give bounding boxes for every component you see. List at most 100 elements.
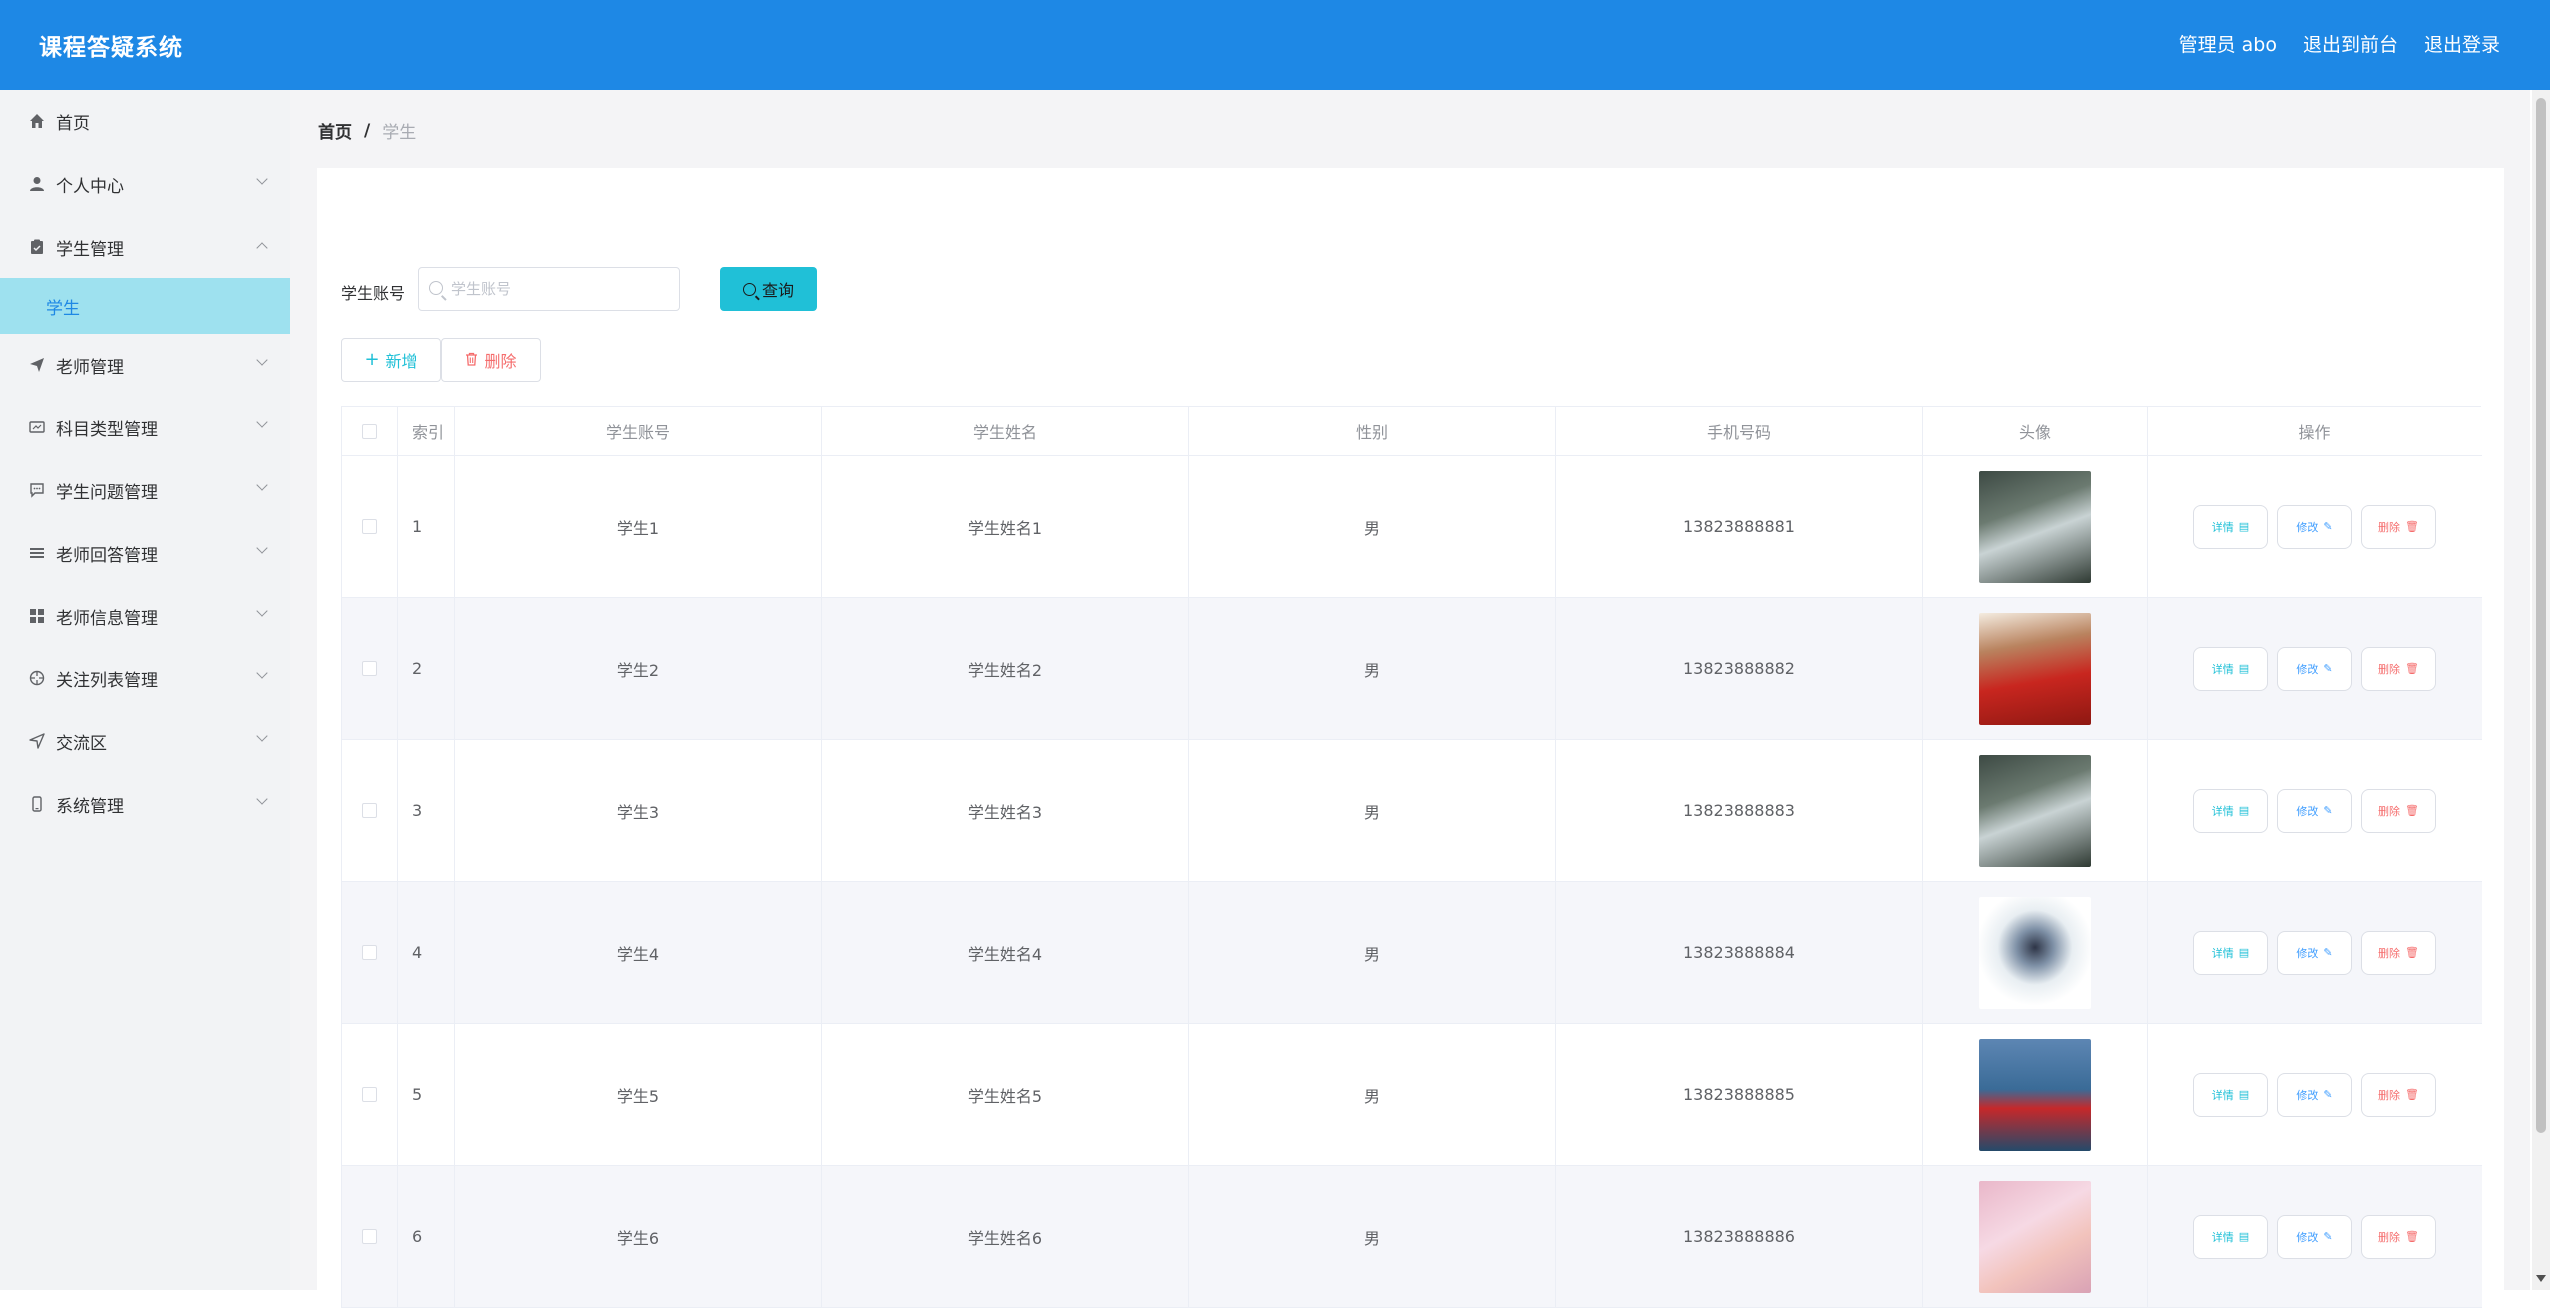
logout-link[interactable]: 退出登录: [2424, 30, 2500, 57]
select-all-checkbox[interactable]: [362, 423, 377, 439]
sidebar-item-system-management[interactable]: 系统管理: [0, 773, 290, 835]
breadcrumb-current: 学生: [382, 123, 417, 143]
cell-name: 学生姓名1: [822, 456, 1189, 597]
row-actions: 详情 ▤ 修改 ✎ 删除 🗑: [2193, 930, 2436, 975]
breadcrumb-home[interactable]: 首页: [318, 118, 352, 143]
row-select-cell: [342, 1166, 398, 1307]
delete-row-button[interactable]: 删除 🗑: [2361, 504, 2436, 549]
cell-account: 学生4: [455, 882, 822, 1023]
sidebar-item-teacher-answer-management[interactable]: 老师回答管理: [0, 522, 290, 584]
column-header-phone: 手机号码: [1556, 407, 1923, 455]
detail-button[interactable]: 详情 ▤: [2193, 788, 2268, 833]
edit-button[interactable]: 修改 ✎: [2277, 646, 2352, 691]
delete-button-label: 删除: [484, 352, 517, 371]
row-checkbox[interactable]: [362, 1087, 377, 1102]
delete-row-button[interactable]: 删除 🗑: [2361, 1214, 2436, 1259]
column-header-index: 索引: [398, 407, 455, 455]
row-checkbox[interactable]: [362, 1229, 377, 1244]
page-scrollbar[interactable]: [2532, 90, 2550, 1290]
avatar[interactable]: [1979, 754, 2091, 867]
edit-icon: ✎: [2323, 804, 2333, 817]
cell-name: 学生姓名3: [822, 740, 1189, 881]
breadcrumb: 首页 / 学生: [318, 118, 417, 144]
detail-button[interactable]: 详情 ▤: [2193, 930, 2268, 975]
clipboard-icon: [28, 238, 46, 256]
scroll-down-arrow-icon[interactable]: [2536, 1275, 2546, 1282]
avatar[interactable]: [1979, 470, 2091, 583]
avatar[interactable]: [1979, 612, 2091, 725]
row-checkbox[interactable]: [362, 945, 377, 960]
document-icon: ▤: [2238, 804, 2250, 817]
table-body: 1 学生1 学生姓名1 男 13823888881 详情 ▤ 修改 ✎ 删除 🗑 2 学生2 学生姓名2 男…: [342, 456, 2482, 1308]
student-account-search-input[interactable]: [451, 278, 671, 300]
edit-button[interactable]: 修改 ✎: [2277, 1214, 2352, 1259]
sidebar-item-student-question-management[interactable]: 学生问题管理: [0, 459, 290, 521]
cell-index: 6: [398, 1166, 455, 1307]
cell-avatar: [1923, 882, 2148, 1023]
sidebar-item-exchange-area[interactable]: 交流区: [0, 710, 290, 772]
admin-user-link[interactable]: 管理员 abo: [2179, 30, 2277, 57]
add-button[interactable]: + 新增: [341, 338, 441, 382]
header-select-all-cell: [342, 407, 398, 455]
query-button-label: 查询: [761, 281, 794, 300]
row-select-cell: [342, 740, 398, 881]
cell-actions: 详情 ▤ 修改 ✎ 删除 🗑: [2148, 1166, 2481, 1307]
row-checkbox[interactable]: [362, 803, 377, 818]
delete-row-button[interactable]: 删除 🗑: [2361, 788, 2436, 833]
avatar[interactable]: [1979, 896, 2091, 1009]
sidebar-item-student-management[interactable]: 学生管理: [0, 216, 290, 278]
cell-name: 学生姓名2: [822, 598, 1189, 739]
cell-phone: 13823888881: [1556, 456, 1923, 597]
trash-icon: 🗑: [2405, 1088, 2419, 1101]
cell-actions: 详情 ▤ 修改 ✎ 删除 🗑: [2148, 456, 2481, 597]
sidebar-item-subject-type-management[interactable]: 科目类型管理: [0, 396, 290, 458]
sidebar-item-teacher-info-management[interactable]: 老师信息管理: [0, 585, 290, 647]
chevron-down-icon: [256, 730, 268, 742]
edit-button[interactable]: 修改 ✎: [2277, 930, 2352, 975]
cell-gender: 男: [1189, 882, 1556, 1023]
detail-button[interactable]: 详情 ▤: [2193, 1214, 2268, 1259]
row-select-cell: [342, 598, 398, 739]
delete-row-button[interactable]: 删除 🗑: [2361, 930, 2436, 975]
cell-account: 学生5: [455, 1024, 822, 1165]
edit-button[interactable]: 修改 ✎: [2277, 504, 2352, 549]
avatar[interactable]: [1979, 1038, 2091, 1151]
sidebar-item-label: 学生管理: [56, 239, 124, 260]
sidebar-item-follow-list-management[interactable]: 关注列表管理: [0, 647, 290, 709]
phone-icon: [28, 795, 46, 813]
edit-label: 修改: [2296, 1088, 2319, 1102]
avatar[interactable]: [1979, 1180, 2091, 1293]
detail-button[interactable]: 详情 ▤: [2193, 504, 2268, 549]
cell-index: 5: [398, 1024, 455, 1165]
row-checkbox[interactable]: [362, 661, 377, 676]
edit-button[interactable]: 修改 ✎: [2277, 788, 2352, 833]
edit-button[interactable]: 修改 ✎: [2277, 1072, 2352, 1117]
row-checkbox[interactable]: [362, 519, 377, 534]
trash-icon: 🗑: [2405, 520, 2419, 533]
column-header-name: 学生姓名: [822, 407, 1189, 455]
sidebar-subitem-student[interactable]: 学生: [0, 278, 290, 334]
cell-actions: 详情 ▤ 修改 ✎ 删除 🗑: [2148, 740, 2481, 881]
sidebar-item-home[interactable]: 首页: [0, 90, 290, 152]
search-input-wrapper[interactable]: [418, 267, 680, 311]
sidebar-item-teacher-management[interactable]: 老师管理: [0, 334, 290, 396]
query-button[interactable]: 查询: [720, 267, 817, 311]
search-label: 学生账号: [341, 284, 406, 303]
exit-to-front-link[interactable]: 退出到前台: [2303, 30, 2398, 57]
cell-index: 1: [398, 456, 455, 597]
sidebar-item-label: 系统管理: [56, 796, 124, 817]
add-button-label: 新增: [385, 352, 418, 371]
detail-button[interactable]: 详情 ▤: [2193, 646, 2268, 691]
delete-row-button[interactable]: 删除 🗑: [2361, 646, 2436, 691]
cell-gender: 男: [1189, 740, 1556, 881]
column-header-account: 学生账号: [455, 407, 822, 455]
batch-delete-button[interactable]: 删除: [441, 338, 541, 382]
edit-icon: ✎: [2323, 662, 2333, 675]
scrollbar-thumb[interactable]: [2536, 98, 2546, 1133]
cell-name: 学生姓名5: [822, 1024, 1189, 1165]
home-icon: [28, 112, 46, 130]
sidebar-item-personal-center[interactable]: 个人中心: [0, 153, 290, 215]
detail-button[interactable]: 详情 ▤: [2193, 1072, 2268, 1117]
delete-row-button[interactable]: 删除 🗑: [2361, 1072, 2436, 1117]
chevron-down-icon: [256, 605, 268, 617]
